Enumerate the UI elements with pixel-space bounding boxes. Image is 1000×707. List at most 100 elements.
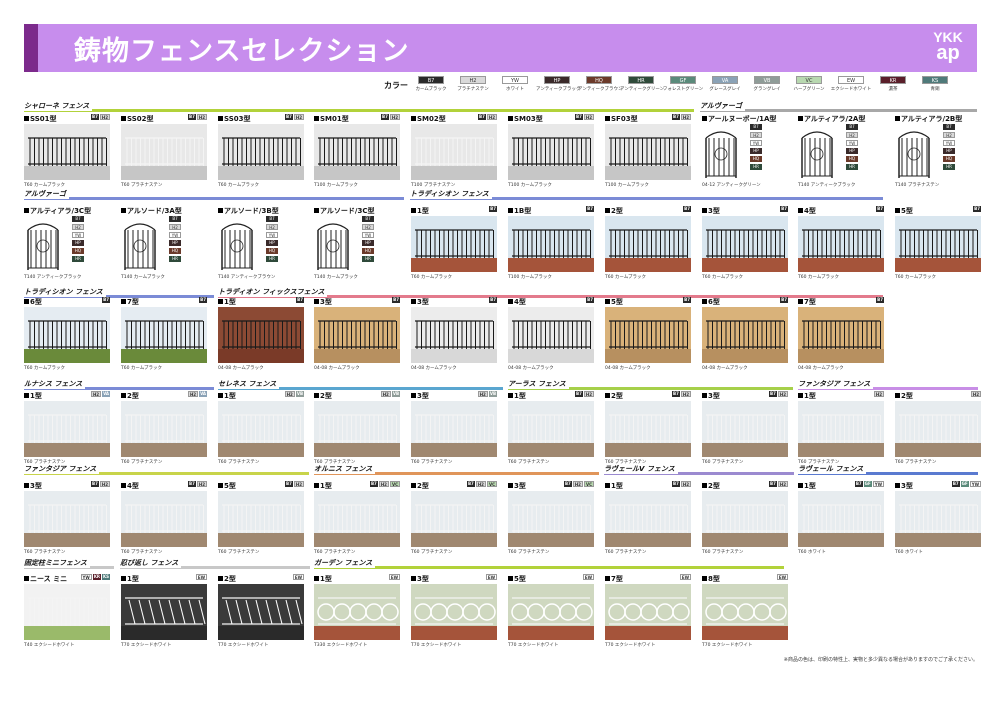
product-card: 6型 B7 04-08 カームブラック	[702, 297, 788, 371]
color-badge: YW	[872, 481, 884, 487]
product-card: SM03型 B7 H2 T100 カームブラック	[508, 114, 594, 188]
product-name: 2型	[708, 482, 720, 490]
color-badges: B7 GF YW	[854, 481, 884, 487]
product-photo	[218, 216, 256, 272]
product-photo	[605, 307, 691, 363]
color-badge: HR	[362, 256, 374, 262]
bullet-square-icon	[218, 393, 223, 398]
product-card: 3型 B7 H2 VC T60 プラチナステン	[508, 481, 594, 555]
product-name: 2型	[320, 392, 332, 400]
product-card: アルティアラ/2A型 B7 H2 YW HP HQ HR T140 アンティークブラック	[798, 114, 884, 188]
color-badge: H2	[680, 391, 691, 397]
color-badge: B7	[102, 297, 110, 303]
product-name: 6型	[708, 298, 720, 306]
color-badge: HP	[169, 240, 181, 246]
product-caption: T140 アンティークブラック	[24, 275, 82, 280]
section-header: ファンタジア フェンス	[24, 464, 309, 476]
product-name: アルティアラ/2B型	[901, 115, 963, 123]
color-badge: YW	[846, 140, 858, 146]
color-badge: B7	[854, 481, 863, 487]
color-badge: B7	[575, 391, 583, 397]
color-badge: H2	[284, 391, 295, 397]
product-name: 2型	[611, 392, 623, 400]
product-caption: T60 プラチナステン	[702, 550, 744, 555]
product-card: 1型 EW T70 エクシードホワイト	[121, 574, 207, 648]
bullet-square-icon	[895, 208, 900, 213]
color-badge: B7	[672, 114, 680, 120]
color-badge: VA	[102, 391, 110, 397]
bullet-square-icon	[798, 116, 803, 121]
product-name: アルティアラ/3C型	[30, 207, 92, 215]
product-header: 8型 EW	[702, 574, 788, 583]
product-photo	[702, 216, 788, 272]
product-header: 5型 B7	[605, 297, 691, 306]
product-caption: T60 カームブラック	[411, 275, 452, 280]
product-photo	[218, 307, 304, 363]
product-name: アルソード/3C型	[320, 207, 375, 215]
product-caption: 04-08 カームブラック	[218, 366, 264, 371]
product-caption: 04-08 カームブラック	[508, 366, 554, 371]
product-header: 1型 B7 H2	[605, 481, 691, 490]
product-caption: T60 プラチナステン	[121, 550, 163, 555]
color-badge: H2	[486, 114, 497, 120]
product-photo	[121, 491, 207, 547]
product-caption: T60 プラチナステン	[218, 550, 260, 555]
color-badge: B7	[91, 114, 99, 120]
product-photo	[508, 307, 594, 363]
color-badge: HQ	[169, 248, 181, 254]
color-badge: H2	[99, 114, 110, 120]
bullet-square-icon	[508, 299, 513, 304]
color-badge: HQ	[72, 248, 84, 254]
color-badge: B7	[489, 297, 497, 303]
product-header: 7型 EW	[605, 574, 691, 583]
product-card: 2型 H2 T60 プラチナステン	[895, 391, 981, 465]
product-photo	[895, 124, 933, 180]
product-caption: T140 プラチナステン	[895, 183, 940, 188]
product-caption: T60 プラチナステン	[411, 550, 453, 555]
color-badge: B7	[188, 114, 196, 120]
product-photo	[702, 307, 788, 363]
bullet-square-icon	[314, 299, 319, 304]
product-photo	[508, 491, 594, 547]
color-swatch: EW エクシードホワイト	[830, 76, 872, 92]
color-badges: EW	[292, 574, 304, 580]
color-name: アンティークブラウン	[578, 87, 623, 92]
product-name: 1型	[514, 392, 526, 400]
product-card: 6型 B7 T60 カームブラック	[24, 297, 110, 371]
color-swatch-list: B7 カームブラック H2 プラチナステン YW ホワイト HP アンティークブラック HQ アン…	[410, 76, 956, 92]
product-header: 2型 B7 H2	[702, 481, 788, 490]
product-card: 3型 B7 H2 T60 プラチナステン	[24, 481, 110, 555]
bullet-square-icon	[24, 393, 29, 398]
product-card: 3型 B7 GF YW T60 ホワイト	[895, 481, 981, 555]
product-card: 4型 B7 H2 T60 プラチナステン	[121, 481, 207, 555]
product-name: 1型	[320, 482, 332, 490]
product-photo	[218, 584, 304, 640]
color-badges: B7 H2	[769, 481, 788, 487]
product-card: 3型 H2 VB T60 プラチナステン	[411, 391, 497, 465]
product-name: 1型	[804, 482, 816, 490]
product-caption: T70 エクシードホワイト	[218, 643, 269, 648]
section-title: セレネス フェンス	[218, 379, 280, 389]
product-photo	[798, 401, 884, 457]
color-badge: B7	[683, 206, 691, 212]
color-badge: B7	[672, 391, 680, 397]
color-badge: YW	[969, 481, 981, 487]
color-badge: H2	[777, 391, 788, 397]
color-badge: HQ	[362, 248, 374, 254]
product-photo	[121, 307, 207, 363]
color-name: プラチナステン	[457, 87, 489, 92]
color-badges: H2 VB	[380, 391, 400, 397]
product-header: 7型 B7	[798, 297, 884, 306]
color-badge: B7	[683, 297, 691, 303]
bullet-square-icon	[702, 576, 707, 581]
bullet-square-icon	[411, 299, 416, 304]
color-badge: B7	[780, 297, 788, 303]
bullet-square-icon	[798, 299, 803, 304]
section-header: 固定柱ミニフェンス	[24, 558, 114, 570]
product-card: 1型 B7 H2 T60 プラチナステン	[508, 391, 594, 465]
color-badge: KR	[92, 574, 102, 580]
color-badge: HR	[169, 256, 181, 262]
bullet-square-icon	[218, 208, 223, 213]
bullet-square-icon	[314, 393, 319, 398]
product-card: SF03型 B7 H2 T100 カームブラック	[605, 114, 691, 188]
